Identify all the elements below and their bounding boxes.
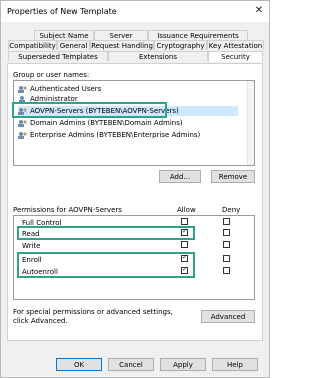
special-permissions-text: For special permissions or advanced sett… <box>13 308 173 325</box>
tab-request-handling[interactable]: Request Handling <box>90 40 154 50</box>
advanced-button[interactable]: Advanced <box>201 310 255 323</box>
write-deny-checkbox[interactable] <box>223 241 230 248</box>
write-allow-checkbox[interactable] <box>181 241 188 248</box>
tab-superseded-templates[interactable]: Superseded Templates <box>8 51 108 61</box>
highlight-box-read <box>17 226 195 240</box>
highlight-box-enroll <box>17 252 195 278</box>
tab-security[interactable]: Security <box>208 51 263 62</box>
user-group-icon <box>18 131 27 139</box>
permission-name: Write <box>22 242 41 250</box>
full-control-deny-checkbox[interactable] <box>223 218 230 225</box>
ok-button[interactable]: OK <box>56 358 102 371</box>
user-name: Authenticated Users <box>30 85 102 93</box>
enroll-deny-checkbox[interactable] <box>223 255 230 262</box>
tab-compatibility[interactable]: Compatibility <box>8 40 57 50</box>
tab-server[interactable]: Server <box>94 30 148 40</box>
highlight-box-user <box>12 102 167 118</box>
user-name: Enterprise Admins (BYTEBEN\Enterprise Ad… <box>30 131 201 139</box>
cancel-button[interactable]: Cancel <box>108 358 154 371</box>
allow-header: Allow <box>177 206 196 214</box>
user-list[interactable]: Authenticated Users Administrator AOVPN-… <box>13 80 255 166</box>
add-button[interactable]: Add... <box>159 170 201 183</box>
remove-button[interactable]: Remove <box>211 170 255 183</box>
user-group-icon <box>18 119 27 127</box>
dialog-window: Properties of New Template ✕ Subject Nam… <box>0 0 270 378</box>
tab-subject-name[interactable]: Subject Name <box>34 30 94 40</box>
tab-cryptography[interactable]: Cryptography <box>154 40 207 50</box>
permissions-label: Permissions for AOVPN-Servers <box>13 206 122 214</box>
list-item[interactable]: Authenticated Users <box>18 84 101 94</box>
apply-button[interactable]: Apply <box>160 358 206 371</box>
full-control-allow-checkbox[interactable] <box>181 218 188 225</box>
user-group-icon <box>18 85 27 93</box>
autoenroll-deny-checkbox[interactable] <box>223 267 230 274</box>
tab-general[interactable]: General <box>57 40 90 50</box>
close-icon[interactable]: ✕ <box>255 5 263 16</box>
group-users-label: Group or user names: <box>13 71 90 79</box>
list-scrollbar[interactable] <box>247 81 254 165</box>
user-name: Domain Admins (BYTEBEN\Domain Admins) <box>30 119 183 127</box>
help-button[interactable]: Help <box>212 358 258 371</box>
tab-extensions[interactable]: Extensions <box>108 51 208 61</box>
list-item[interactable]: Domain Admins (BYTEBEN\Domain Admins) <box>18 118 183 128</box>
tab-key-attestation[interactable]: Key Attestation <box>207 40 264 50</box>
read-deny-checkbox[interactable] <box>223 229 230 236</box>
tab-issuance-requirements[interactable]: Issuance Requirements <box>148 30 248 40</box>
window-title: Properties of New Template <box>7 7 117 16</box>
deny-header: Deny <box>222 206 241 214</box>
list-item[interactable]: Enterprise Admins (BYTEBEN\Enterprise Ad… <box>18 130 200 140</box>
title-bar: Properties of New Template ✕ <box>1 1 269 22</box>
